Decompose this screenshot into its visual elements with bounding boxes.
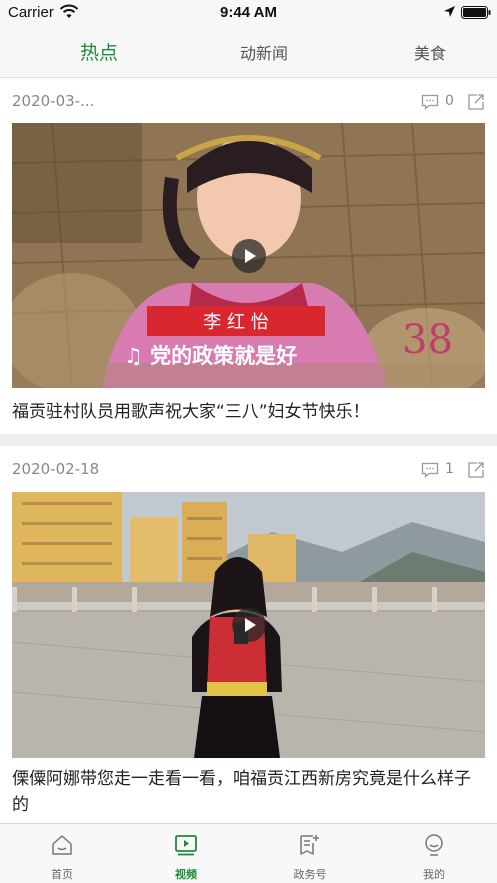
comment-count: 1	[445, 461, 454, 477]
card-date: 2020-03-...	[12, 92, 95, 110]
overlay-name-caption: 李 红 怡	[203, 312, 268, 333]
nav-item-video[interactable]: 视频	[146, 824, 226, 883]
play-button[interactable]	[231, 238, 266, 273]
card-date: 2020-02-18	[12, 460, 100, 478]
gov-account-icon	[300, 835, 319, 855]
tab-motion-news[interactable]: 动新闻	[240, 40, 288, 64]
nav-label: 视频	[175, 868, 197, 881]
video-thumbnail[interactable]	[12, 492, 485, 758]
video-icon	[175, 835, 197, 856]
location-arrow-icon	[444, 6, 455, 17]
comment-icon[interactable]	[421, 462, 439, 478]
overlay-song-caption: ♫ 党的政策就是好	[124, 344, 297, 368]
category-tab-bar: 热点 动新闻 美食	[0, 28, 497, 78]
share-icon[interactable]	[467, 461, 485, 479]
comment-icon[interactable]	[421, 94, 439, 110]
nav-label: 首页	[51, 868, 73, 881]
share-icon[interactable]	[467, 93, 485, 111]
tab-food[interactable]: 美食	[414, 40, 446, 64]
status-time: 9:44 AM	[220, 4, 277, 21]
nav-item-home[interactable]: 首页	[22, 824, 102, 883]
nav-item-gov-account[interactable]: 政务号	[270, 824, 350, 883]
battery-icon	[461, 6, 491, 19]
video-thumbnail[interactable]: 李 红 怡 ♫ 党的政策就是好 38	[12, 123, 485, 388]
bottom-navigation: 首页 视频 政务号 我的	[0, 823, 497, 883]
nav-item-profile[interactable]: 我的	[394, 824, 474, 883]
comment-count: 0	[445, 93, 454, 109]
home-icon	[52, 835, 72, 855]
card-title[interactable]: 福贡驻村队员用歌声祝大家“三八”妇女节快乐！	[12, 399, 485, 425]
nav-label: 政务号	[293, 868, 327, 881]
video-feed[interactable]: 2020-03-... 0 李 红 怡 ♫ 党的政策就是好 38 福贡驻村队员用…	[0, 78, 497, 823]
card-title[interactable]: 傈僳阿娜带您走一走看一看，咱福贡江西新房究竟是什么样子的	[12, 766, 485, 818]
status-bar: Carrier 9:44 AM	[0, 0, 497, 28]
play-button[interactable]	[231, 608, 266, 642]
tab-hot[interactable]: 热点	[80, 38, 118, 65]
feed-card[interactable]: 2020-02-18 1 傈僳阿娜带您走一走看一看，咱福贡江西新房究竟是什么样子…	[0, 446, 497, 823]
nav-label: 我的	[423, 868, 445, 881]
feed-card[interactable]: 2020-03-... 0 李 红 怡 ♫ 党的政策就是好 38 福贡驻村队员用…	[0, 78, 497, 434]
profile-icon	[425, 834, 443, 856]
womens-day-logo: 38	[402, 317, 453, 363]
